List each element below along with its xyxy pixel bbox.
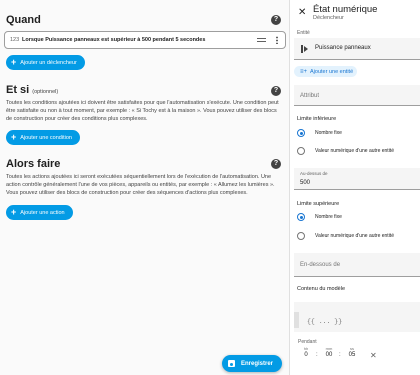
template-label: Contenu du modèle <box>297 286 346 292</box>
add-action-button[interactable]: + Ajouter une action <box>6 205 73 220</box>
save-label: Enregistrer <box>241 360 274 367</box>
upper-entity-label: Valeur numérique d'une autre entité <box>315 233 394 239</box>
lower-fixed-label: Nombre fixe <box>315 130 342 136</box>
mm-caption: mm <box>325 346 333 351</box>
seconds-input[interactable]: 05 <box>344 352 360 358</box>
trigger-detail-panel: ✕ État numérique Déclencheur Entité Puis… <box>289 0 420 375</box>
duration-label: Pendant <box>298 339 317 345</box>
template-editor[interactable] <box>294 302 420 332</box>
upper-fixed-label: Nombre fixe <box>315 214 342 220</box>
add-entity-button[interactable]: ≡+ Ajouter une entité <box>294 66 357 77</box>
time-separator: : <box>316 352 318 358</box>
lower-fixed-radio[interactable] <box>297 129 305 137</box>
minutes-input[interactable]: 00 <box>321 352 337 358</box>
if-title: Et si (optionnel) <box>6 84 58 96</box>
automation-editor: Quand ? 123 Lorsque Puissance panneaux e… <box>0 0 289 375</box>
lower-entity-radio[interactable] <box>297 147 305 155</box>
panel-title: État numérique <box>313 4 378 15</box>
entity-value: Puissance panneaux <box>315 45 371 51</box>
above-caption: Au-dessus de <box>300 171 328 176</box>
more-vert-icon[interactable] <box>276 36 278 44</box>
add-trigger-label: Ajouter un déclencheur <box>20 59 77 66</box>
add-trigger-button[interactable]: + Ajouter un déclencheur <box>6 55 85 70</box>
above-value: 500 <box>300 180 311 186</box>
ss-caption: ss <box>350 346 354 351</box>
if-help-icon[interactable]: ? <box>271 86 281 96</box>
hh-caption: hh <box>303 346 309 351</box>
if-title-text: Et si <box>6 84 30 96</box>
then-description: Toutes les actions ajoutées ici seront e… <box>6 174 275 196</box>
upper-fixed-radio[interactable] <box>297 213 305 221</box>
clear-duration-icon[interactable]: ✕ <box>370 351 377 360</box>
drag-handle-icon[interactable] <box>257 38 266 42</box>
then-help-icon[interactable]: ? <box>271 159 281 169</box>
add-entity-icon: ≡+ <box>300 68 308 75</box>
upper-entity-radio[interactable] <box>297 232 305 240</box>
plus-icon: + <box>11 207 17 217</box>
template-code: {{ ... }} <box>307 318 343 325</box>
plus-icon: + <box>11 132 17 142</box>
below-placeholder: En-dessous de <box>300 262 341 268</box>
close-icon[interactable]: ✕ <box>298 7 306 18</box>
hours-input[interactable]: 0 <box>298 352 314 358</box>
entity-label: Entité <box>297 30 310 36</box>
trigger-label: Lorsque Puissance panneaux est supérieur… <box>22 37 206 43</box>
add-condition-button[interactable]: + Ajouter une condition <box>6 130 80 145</box>
trigger-row[interactable]: 123 Lorsque Puissance panneaux est supér… <box>4 31 286 49</box>
save-button[interactable]: Enregistrer <box>222 355 282 372</box>
save-icon <box>228 360 235 367</box>
trigger-type-icon: 123 <box>10 37 20 43</box>
plus-icon: + <box>11 57 17 67</box>
lower-limit-label: Limite inférieure <box>297 116 337 122</box>
add-condition-label: Ajouter une condition <box>20 134 72 141</box>
then-title: Alors faire <box>6 158 61 170</box>
panel-subtitle: Déclencheur <box>313 15 344 21</box>
attribute-placeholder: Attribut <box>300 93 320 99</box>
add-entity-label: Ajouter une entité <box>310 68 354 75</box>
add-action-label: Ajouter une action <box>20 209 65 216</box>
when-title: Quand <box>6 14 41 26</box>
if-description: Toutes les conditions ajoutées ici doive… <box>6 100 279 122</box>
when-help-icon[interactable]: ? <box>271 15 281 25</box>
time-separator: : <box>339 352 341 358</box>
if-optional: (optionnel) <box>32 89 59 95</box>
code-gutter <box>294 312 299 328</box>
upper-limit-label: Limite supérieure <box>297 201 340 207</box>
lower-entity-label: Valeur numérique d'une autre entité <box>315 148 394 154</box>
entity-icon <box>301 45 308 53</box>
